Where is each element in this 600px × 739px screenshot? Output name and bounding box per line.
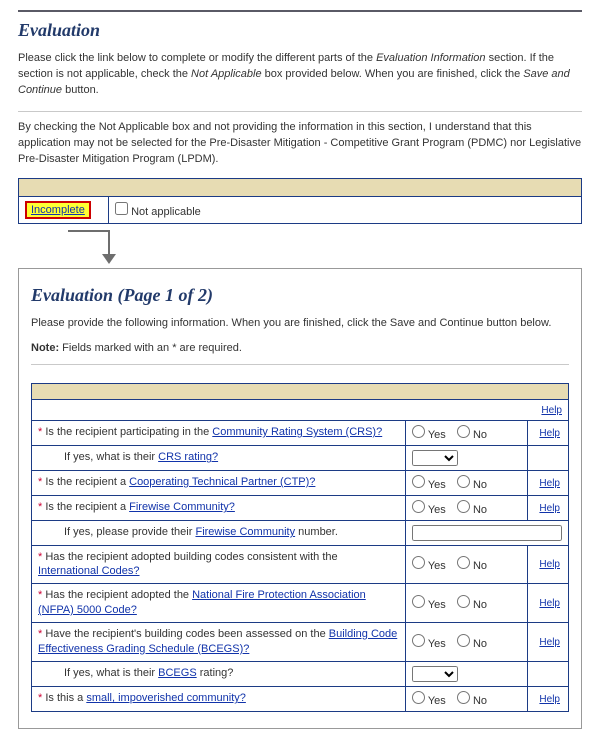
not-applicable-label[interactable]: Not applicable [115,206,201,218]
radio-imp-yes[interactable] [412,691,425,704]
page1-intro: Please provide the following information… [31,316,569,332]
radio-bcegs-yes[interactable] [412,634,425,647]
input-firewise-number[interactable] [412,525,562,541]
link-firewise[interactable]: Firewise Community? [129,501,235,513]
radio-intl-no[interactable] [457,556,470,569]
help-link-firewise[interactable]: Help [539,503,560,514]
na-notice: By checking the Not Applicable box and n… [18,120,582,168]
link-firewise-num[interactable]: Firewise Community [195,526,295,538]
select-crs-rating[interactable] [412,450,458,466]
help-link-imp[interactable]: Help [539,694,560,705]
radio-firewise-yes[interactable] [412,500,425,513]
question-row-impoverished: * Is this a small, impoverished communit… [32,686,569,711]
question-row-crs: * Is the recipient participating in the … [32,420,569,445]
link-crs-rating[interactable]: CRS rating? [158,451,218,463]
question-row-ctp: * Is the recipient a Cooperating Technic… [32,470,569,495]
radio-crs-no[interactable] [457,425,470,438]
radio-ctp-yes[interactable] [412,475,425,488]
evaluation-page1-panel: Evaluation (Page 1 of 2) Please provide … [18,268,582,729]
radio-firewise-no[interactable] [457,500,470,513]
question-row-firewise: * Is the recipient a Firewise Community?… [32,495,569,520]
radio-nfpa-no[interactable] [457,595,470,608]
radio-bcegs-no[interactable] [457,634,470,647]
status-table: Incomplete Not applicable [18,178,582,224]
required-note: Note: Fields marked with an * are requir… [31,342,569,354]
questions-table: Help * Is the recipient participating in… [31,383,569,712]
question-row-intl-codes: * Has the recipient adopted building cod… [32,545,569,584]
not-applicable-checkbox[interactable] [115,202,128,215]
question-row-nfpa: * Has the recipient adopted the National… [32,584,569,623]
question-row-bcegs: * Have the recipient's building codes be… [32,622,569,661]
help-link-bcegs[interactable]: Help [539,637,560,648]
status-badge: Incomplete [25,201,91,219]
section-title-evaluation: Evaluation [18,20,582,41]
radio-ctp-no[interactable] [457,475,470,488]
arrow-annotation [68,224,582,268]
link-ctp[interactable]: Cooperating Technical Partner (CTP)? [129,476,315,488]
help-link-intl[interactable]: Help [539,559,560,570]
radio-imp-no[interactable] [457,691,470,704]
chevron-down-icon [102,254,116,266]
help-link-crs[interactable]: Help [539,428,560,439]
question-row-crs-rating: If yes, what is their CRS rating? [32,445,569,470]
intro-text: Please click the link below to complete … [18,51,582,99]
radio-crs-yes[interactable] [412,425,425,438]
radio-intl-yes[interactable] [412,556,425,569]
help-link-nfpa[interactable]: Help [539,598,560,609]
link-bcegs-rating[interactable]: BCEGS [158,667,197,679]
select-bcegs-rating[interactable] [412,666,458,682]
link-intl-codes[interactable]: International Codes? [38,565,140,577]
help-link-top[interactable]: Help [541,405,562,416]
question-row-bcegs-rating: If yes, what is their BCEGS rating? [32,661,569,686]
link-impoverished[interactable]: small, impoverished community? [86,692,246,704]
question-row-firewise-number: If yes, please provide their Firewise Co… [32,520,569,545]
link-crs[interactable]: Community Rating System (CRS)? [212,426,382,438]
radio-nfpa-yes[interactable] [412,595,425,608]
section-title-page1: Evaluation (Page 1 of 2) [31,285,569,306]
status-link-incomplete[interactable]: Incomplete [31,204,85,216]
help-link-ctp[interactable]: Help [539,478,560,489]
